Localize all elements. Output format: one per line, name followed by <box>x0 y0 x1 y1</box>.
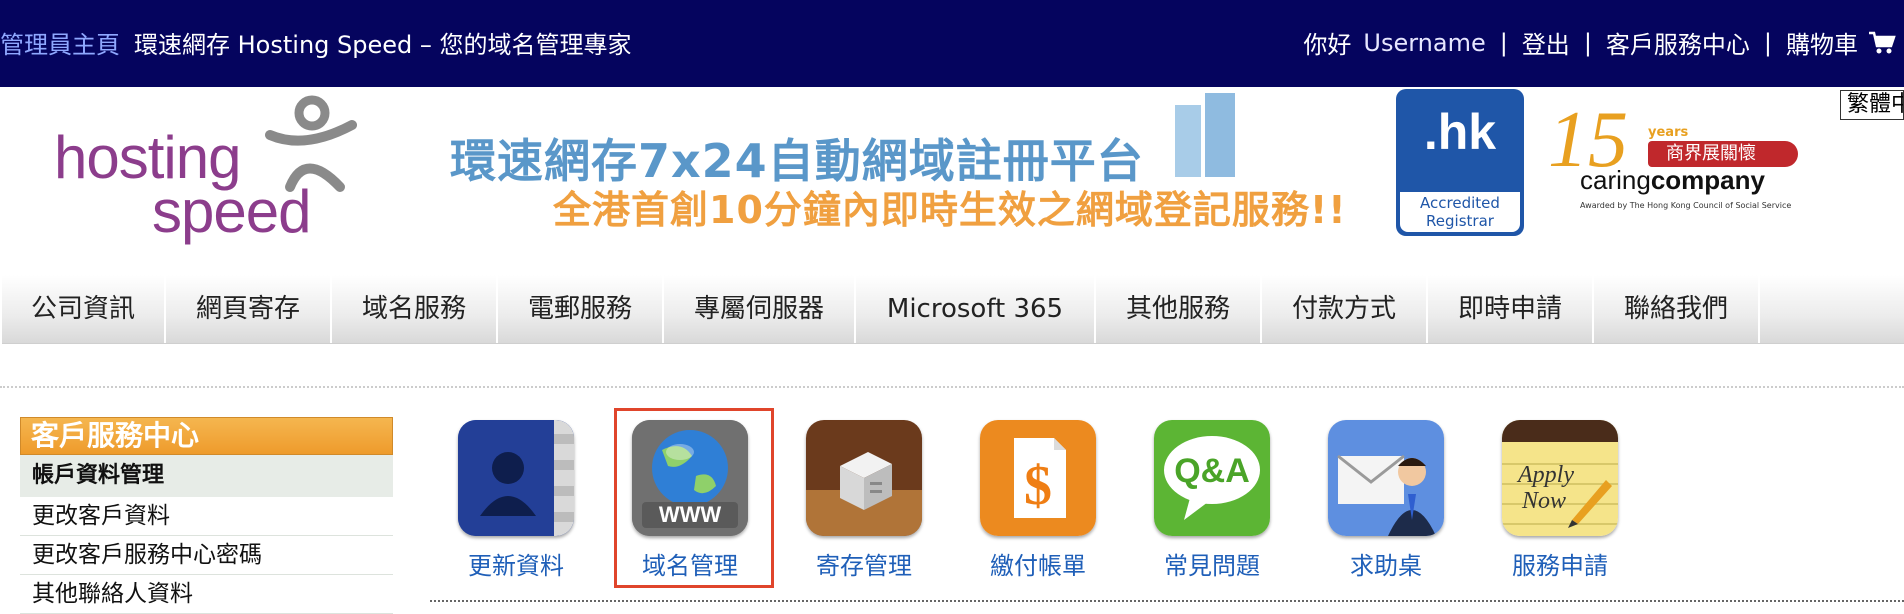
svg-text:Apply: Apply <box>1516 462 1574 488</box>
nav-item-email[interactable]: 電郵服務 <box>498 275 664 343</box>
sidebar-section-account: 帳戶資料管理 <box>20 455 393 497</box>
storage-box-icon <box>806 420 922 536</box>
user-menu: 你好 Username | 登出 | 客戶服務中心 | 購物車 <box>1303 25 1896 60</box>
icon-label[interactable]: 更新資料 <box>440 546 592 581</box>
hk-badge-line1: Accredited <box>1420 194 1500 212</box>
svg-text:$: $ <box>1024 455 1052 517</box>
customer-center-link[interactable]: 客戶服務中心 <box>1606 25 1750 60</box>
svg-text:Now: Now <box>1521 488 1566 514</box>
admin-home-link[interactable]: 管理員主頁 <box>0 25 120 60</box>
qa-bubble-icon: Q&A <box>1154 420 1270 536</box>
divider <box>430 600 1904 602</box>
icon-faq[interactable]: Q&A 常見問題 <box>1136 408 1296 588</box>
nav-item-web-hosting[interactable]: 網頁寄存 <box>166 275 332 343</box>
icon-helpdesk[interactable]: 求助桌 <box>1310 408 1470 588</box>
caring-company-text: caringcompany <box>1580 165 1765 196</box>
icon-label[interactable]: 常見問題 <box>1136 546 1288 581</box>
apply-now-notepad-icon: Apply Now <box>1502 420 1618 536</box>
hk-badge-caption: Accredited Registrar <box>1400 192 1520 232</box>
hosting-speed-logo[interactable]: hosting speed <box>50 95 360 245</box>
icon-label[interactable]: 繳付帳單 <box>962 546 1114 581</box>
hk-badge-text: .hk <box>1423 104 1497 160</box>
icon-update-info[interactable]: 更新資料 <box>440 408 600 588</box>
logo-text-speed: speed <box>152 178 311 245</box>
header-banner: hosting speed 環速網存7x24自動網域註冊平台 全港首創10分鐘內… <box>0 87 1904 267</box>
divider <box>0 386 1904 388</box>
sidebar-title: 客戶服務中心 <box>20 417 393 455</box>
helpdesk-mail-icon <box>1328 420 1444 536</box>
nav-item-domain[interactable]: 域名服務 <box>332 275 498 343</box>
nav-item-contact[interactable]: 聯絡我們 <box>1594 275 1760 343</box>
svg-text:Q&A: Q&A <box>1174 452 1250 490</box>
icon-label[interactable]: 域名管理 <box>614 546 766 581</box>
hk-accredited-registrar-badge: .hk Accredited Registrar <box>1396 89 1524 236</box>
icon-label[interactable]: 求助桌 <box>1310 546 1462 581</box>
sidebar-link-change-password[interactable]: 更改客戶服務中心密碼 <box>20 536 393 575</box>
icon-service-apply[interactable]: Apply Now 服務申請 <box>1484 408 1644 588</box>
globe-www-icon: WWW <box>632 420 748 536</box>
nav-item-microsoft-365[interactable]: Microsoft 365 <box>856 275 1096 343</box>
nav-item-dedicated-server[interactable]: 專屬伺服器 <box>664 275 856 343</box>
contacts-icon <box>458 420 574 536</box>
username: Username <box>1363 28 1486 57</box>
separator: | <box>1583 28 1592 57</box>
top-bar: 管理員主頁 環速網存 Hosting Speed – 您的域名管理專家 你好 U… <box>0 0 1904 87</box>
caring-text-b: company <box>1650 165 1765 195</box>
nav-item-payment[interactable]: 付款方式 <box>1262 275 1428 343</box>
icon-label[interactable]: 寄存管理 <box>788 546 940 581</box>
greeting: 你好 <box>1303 31 1352 59</box>
cart-link[interactable]: 購物車 <box>1786 25 1858 60</box>
banner-decoration-icon <box>1175 93 1235 177</box>
nav-item-company[interactable]: 公司資訊 <box>2 275 166 343</box>
separator: | <box>1763 28 1772 57</box>
icon-domain-management[interactable]: WWW 域名管理 <box>614 408 774 588</box>
nav-item-other-services[interactable]: 其他服務 <box>1096 275 1262 343</box>
sidebar: 客戶服務中心 帳戶資料管理 更改客戶資料 更改客戶服務中心密碼 其他聯絡人資料 <box>20 417 393 614</box>
banner-subheadline: 全港首創10分鐘內即時生效之網域登記服務!! <box>553 188 1347 232</box>
hk-badge-line2: Registrar <box>1426 212 1494 230</box>
nav-item-apply[interactable]: 即時申請 <box>1428 275 1594 343</box>
svg-text:WWW: WWW <box>659 502 722 527</box>
sidebar-link-other-contacts[interactable]: 其他聯絡人資料 <box>20 575 393 614</box>
icon-label[interactable]: 服務申請 <box>1484 546 1636 581</box>
caring-red-ribbon: 商界展關懷 <box>1648 141 1798 167</box>
shopping-cart-icon[interactable] <box>1868 30 1896 56</box>
caring-text-a: caring <box>1580 165 1651 195</box>
invoice-dollar-icon: $ <box>980 420 1096 536</box>
icon-hosting-management[interactable]: 寄存管理 <box>788 408 948 588</box>
separator: | <box>1499 28 1508 57</box>
main-nav: 公司資訊 網頁寄存 域名服務 電郵服務 專屬伺服器 Microsoft 365 … <box>2 275 1904 344</box>
site-title: 環速網存 Hosting Speed – 您的域名管理專家 <box>134 31 632 59</box>
caring-company-logo: 15 years 商界展關懷 caringcompany Awarded by … <box>1548 96 1813 231</box>
caring-years: years <box>1648 125 1689 140</box>
icon-pay-bill[interactable]: $ 繳付帳單 <box>962 408 1122 588</box>
caring-award-text: Awarded by The Hong Kong Council of Soci… <box>1580 201 1792 210</box>
sidebar-link-edit-profile[interactable]: 更改客戶資料 <box>20 497 393 536</box>
logout-link[interactable]: 登出 <box>1522 25 1570 60</box>
